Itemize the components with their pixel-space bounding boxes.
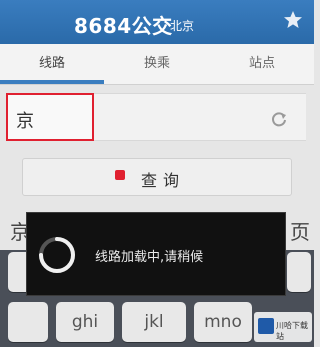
ime-candidate-right[interactable]: 页 bbox=[290, 216, 310, 245]
download-logo-icon bbox=[258, 318, 274, 334]
watermark-logo: 川哈下载站 bbox=[254, 312, 312, 342]
query-button-label: 查询 bbox=[141, 171, 186, 190]
city-label[interactable]: 北京 bbox=[170, 17, 194, 34]
query-button[interactable]: 查询 bbox=[22, 158, 292, 196]
active-tab-indicator bbox=[0, 80, 104, 84]
keyboard-key[interactable] bbox=[287, 252, 311, 292]
keyboard-key[interactable] bbox=[8, 302, 48, 342]
star-icon[interactable] bbox=[283, 10, 303, 30]
tab-station[interactable]: 站点 bbox=[210, 44, 314, 84]
app-title-bar: 8684公交 北京 bbox=[0, 0, 314, 44]
search-input-value: 京 bbox=[16, 111, 34, 132]
tab-transfer[interactable]: 换乘 bbox=[105, 44, 209, 84]
keyboard-key-ghi[interactable]: ghi bbox=[56, 302, 114, 342]
keyboard-key-jkl[interactable]: jkl bbox=[122, 302, 186, 342]
keyboard-key-mno[interactable]: mno bbox=[194, 302, 252, 342]
search-input[interactable]: 京 bbox=[6, 93, 94, 141]
spinner-icon bbox=[37, 235, 77, 275]
watermark-text: 川哈下载站 bbox=[276, 321, 308, 341]
query-indicator-icon bbox=[115, 170, 125, 180]
app-title: 8684公交 bbox=[74, 14, 173, 38]
tab-line[interactable]: 线路 bbox=[0, 44, 104, 84]
refresh-icon[interactable] bbox=[270, 110, 288, 128]
loading-dialog: 线路加载中,请稍候 bbox=[26, 212, 286, 296]
tab-bar: 线路 换乘 站点 bbox=[0, 44, 314, 85]
loading-message: 线路加载中,请稍候 bbox=[95, 250, 204, 265]
